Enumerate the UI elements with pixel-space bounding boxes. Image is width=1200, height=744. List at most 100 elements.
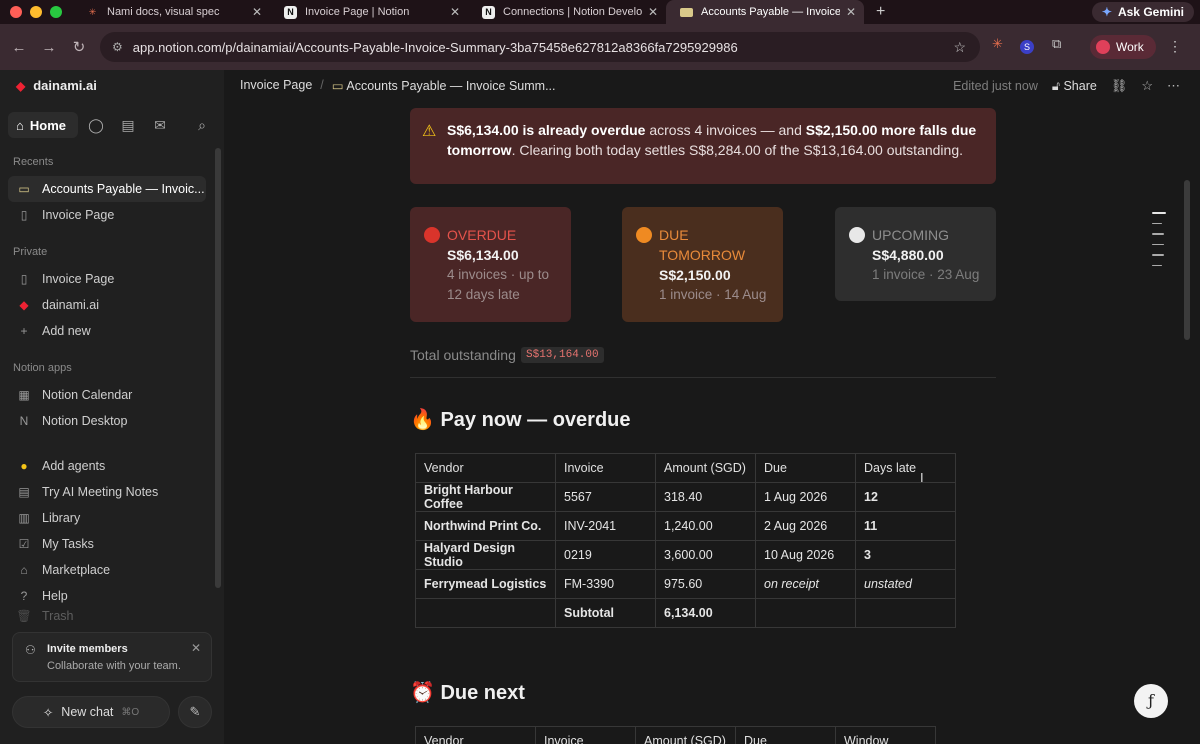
table-of-contents-outline[interactable] — [1152, 212, 1166, 275]
puzzle-extensions-icon[interactable]: ⧉ — [1052, 36, 1061, 52]
empty-cell[interactable] — [415, 598, 556, 628]
favorite-star-icon[interactable]: ☆ — [1141, 78, 1153, 94]
vendor-cell[interactable]: Ferrymead Logistics — [415, 569, 556, 599]
days-late-cell[interactable]: 11 — [855, 511, 956, 541]
sidebar-item-library[interactable]: ▥ Library — [8, 505, 206, 531]
browser-tab-4-active[interactable]: Accounts Payable — Invoice S ✕ — [666, 0, 864, 24]
sidebar-item-dainami[interactable]: ◆ dainami.ai — [8, 292, 206, 318]
white-circle-icon — [849, 227, 865, 243]
toc-line[interactable] — [1152, 222, 1162, 224]
days-late-cell[interactable]: 3 — [855, 540, 956, 570]
reload-icon[interactable]: ↻ — [64, 38, 94, 56]
home-button[interactable]: ⌂ Home — [8, 112, 78, 138]
sidebar-item-trash[interactable]: 🗑 Trash — [8, 609, 206, 623]
zoom-window-button[interactable] — [50, 6, 62, 18]
amount-cell[interactable]: 3,600.00 — [655, 540, 756, 570]
amount-cell[interactable]: 1,240.00 — [655, 511, 756, 541]
due-cell[interactable]: 1 Aug 2026 — [755, 482, 856, 512]
profile-work-button[interactable]: Work — [1090, 35, 1156, 59]
close-icon[interactable]: ✕ — [252, 5, 262, 19]
subtotal-value[interactable]: 6,134.00 — [655, 598, 756, 628]
overdue-card: OVERDUE S$6,134.00 4 invoices · up to 12… — [410, 207, 571, 322]
workspace-switcher[interactable]: ◆ dainami.ai — [16, 78, 97, 93]
sidebar-item-invoice-page-recent[interactable]: ▯ Invoice Page — [8, 202, 206, 228]
minimize-window-button[interactable] — [30, 6, 42, 18]
due-cell[interactable]: 10 Aug 2026 — [755, 540, 856, 570]
browser-tab-3[interactable]: N Connections | Notion Develop ✕ — [468, 0, 666, 24]
new-chat-button[interactable]: ✧ New chat ⌘O — [12, 696, 170, 728]
s-extension-icon[interactable]: S — [1020, 40, 1034, 54]
browser-menu-icon[interactable]: ⋮ — [1168, 38, 1182, 55]
toc-line[interactable] — [1152, 243, 1164, 245]
close-icon[interactable]: ✕ — [648, 5, 658, 19]
due-cell[interactable]: 2 Aug 2026 — [755, 511, 856, 541]
column-header: Invoice — [535, 726, 636, 744]
ai-assistant-button[interactable]: ƒ — [1134, 684, 1168, 718]
search-icon[interactable]: ⌕ — [188, 117, 216, 134]
vendor-cell[interactable]: Bright Harbour Coffee — [415, 482, 556, 512]
sidebar-item-notion-desktop[interactable]: N Notion Desktop — [8, 408, 206, 434]
claude-extension-icon[interactable]: ✳ — [992, 36, 1003, 52]
url-field[interactable]: ⚙ app.notion.com/p/dainamiai/Accounts-Pa… — [100, 32, 980, 62]
close-icon[interactable]: ✕ — [191, 641, 201, 655]
share-button[interactable]: 🔓︎ Share — [1052, 79, 1097, 94]
chat-icon[interactable]: ◯ — [82, 117, 110, 134]
browser-tab-1[interactable]: ✳ Nami docs, visual spec ✕ — [72, 0, 270, 24]
empty-cell[interactable] — [755, 598, 856, 628]
toc-line[interactable] — [1152, 254, 1164, 256]
toc-line[interactable] — [1152, 233, 1164, 235]
breadcrumb-current[interactable]: ▭ Accounts Payable — Invoice Summ... — [332, 78, 556, 93]
sidebar-item-add-new[interactable]: + Add new — [8, 318, 206, 344]
due-cell[interactable]: on receipt — [755, 569, 856, 599]
column-header: Vendor — [415, 726, 536, 744]
vendor-cell[interactable]: Northwind Print Co. — [415, 511, 556, 541]
invoice-cell[interactable]: FM-3390 — [555, 569, 656, 599]
sidebar-item-label: Invoice Page — [42, 208, 115, 222]
inbox-icon[interactable]: ✉ — [146, 117, 174, 134]
sidebar-item-my-tasks[interactable]: ☑ My Tasks — [8, 531, 206, 557]
close-icon[interactable]: ✕ — [846, 5, 856, 19]
private-heading: Private — [13, 246, 48, 258]
sidebar-item-marketplace[interactable]: ⌂ Marketplace — [8, 557, 206, 583]
compose-button[interactable]: ✎ — [178, 696, 212, 728]
sidebar-item-invoice-page[interactable]: ▯ Invoice Page — [8, 266, 206, 292]
sidebar-scrollbar[interactable] — [215, 148, 221, 588]
subtotal-label[interactable]: Subtotal — [555, 598, 656, 628]
forward-arrow-icon[interactable]: → — [34, 39, 64, 56]
card-label: OVERDUE — [447, 227, 517, 243]
sidebar-item-accounts-payable[interactable]: ▭ Accounts Payable — Invoic... — [8, 176, 206, 202]
amount-cell[interactable]: 975.60 — [655, 569, 756, 599]
calendar-icon: ▦ — [18, 388, 30, 402]
new-tab-plus-icon[interactable]: + — [876, 3, 885, 21]
site-settings-icon[interactable]: ⚙ — [112, 40, 123, 54]
invoice-cell[interactable]: 5567 — [555, 482, 656, 512]
empty-cell[interactable] — [855, 598, 956, 628]
ask-gemini-button[interactable]: ✦ Ask Gemini — [1091, 2, 1194, 22]
meeting-notes-icon[interactable]: ▤ — [114, 117, 142, 134]
page-scrollbar[interactable] — [1184, 180, 1190, 340]
sidebar-item-help[interactable]: ? Help — [8, 583, 206, 609]
more-options-icon[interactable]: ⋯ — [1167, 78, 1180, 94]
sidebar-item-add-agents[interactable]: ● Add agents — [8, 453, 206, 479]
invite-members-card[interactable]: ⚇ Invite members Collaborate with your t… — [12, 632, 212, 682]
browser-tab-2[interactable]: N Invoice Page | Notion ✕ — [270, 0, 468, 24]
back-arrow-icon[interactable]: ← — [4, 39, 34, 56]
sidebar-item-ai-meeting-notes[interactable]: ▤ Try AI Meeting Notes — [8, 479, 206, 505]
overdue-heading-text: Pay now — overdue — [440, 409, 631, 431]
toc-line[interactable] — [1152, 212, 1166, 214]
link-icon[interactable]: ⛓ — [1111, 78, 1128, 94]
callout-text-1: across 4 invoices — and — [645, 122, 806, 138]
breadcrumb-invoice-page[interactable]: Invoice Page — [240, 78, 312, 93]
days-late-cell[interactable]: 12 — [855, 482, 956, 512]
invoice-cell[interactable]: 0219 — [555, 540, 656, 570]
callout-text-2: . Clearing both today settles S$8,284.00… — [511, 142, 964, 158]
invoice-cell[interactable]: INV-2041 — [555, 511, 656, 541]
toc-line[interactable] — [1152, 264, 1162, 266]
vendor-cell[interactable]: Halyard Design Studio — [415, 540, 556, 570]
close-icon[interactable]: ✕ — [450, 5, 460, 19]
amount-cell[interactable]: 318.40 — [655, 482, 756, 512]
bookmark-star-icon[interactable]: ☆ — [953, 39, 966, 56]
close-window-button[interactable] — [10, 6, 22, 18]
sidebar-item-notion-calendar[interactable]: ▦ Notion Calendar — [8, 382, 206, 408]
days-late-cell[interactable]: unstated — [855, 569, 956, 599]
